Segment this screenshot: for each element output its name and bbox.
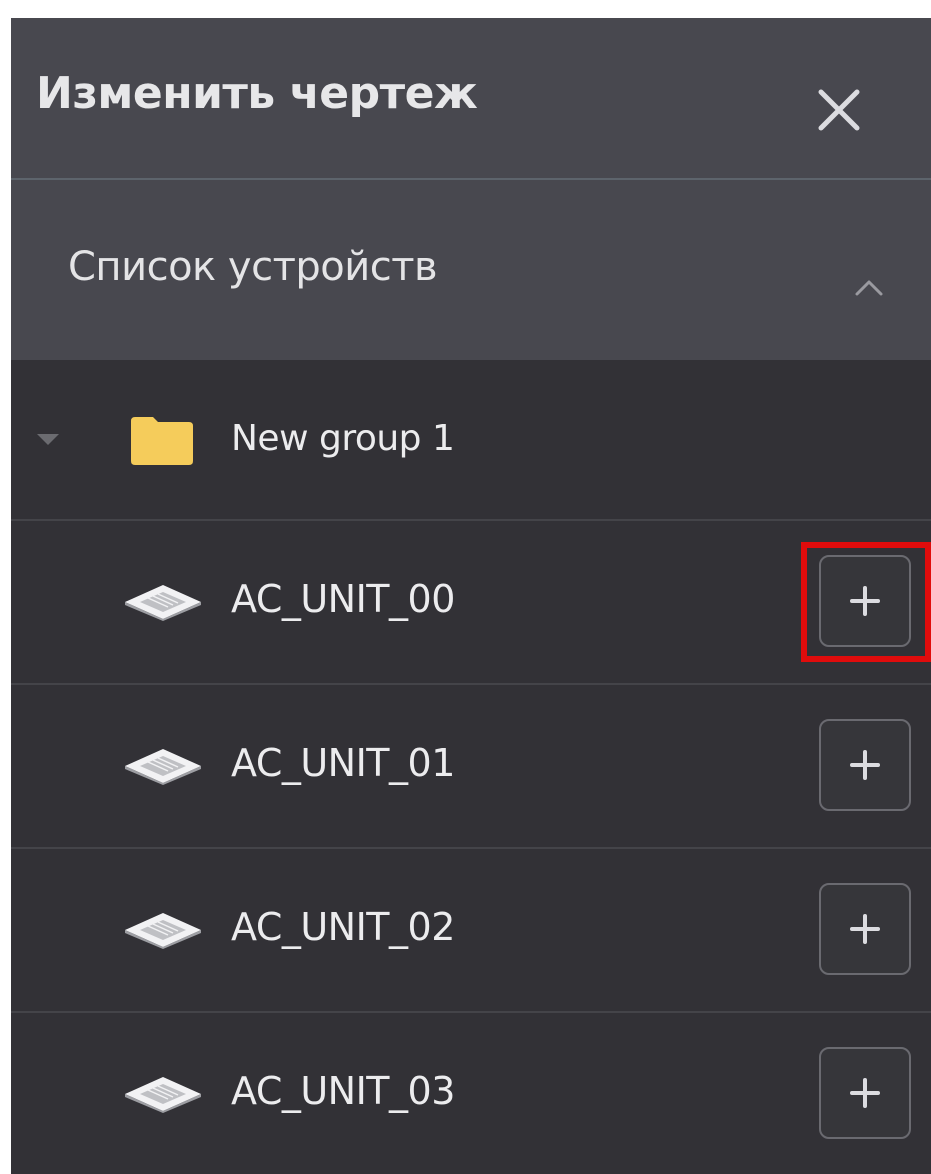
close-icon <box>818 89 860 131</box>
plus-icon <box>850 750 880 780</box>
device-row[interactable]: AC_UNIT_00 <box>11 521 931 685</box>
ceiling-cassette-icon <box>125 913 201 949</box>
device-label: AC_UNIT_02 <box>231 905 455 949</box>
group-row[interactable]: New group 1 <box>11 360 931 521</box>
device-label: AC_UNIT_03 <box>231 1069 455 1113</box>
add-device-button[interactable] <box>819 883 911 975</box>
chevron-up-icon <box>855 280 883 296</box>
device-list-section-header[interactable]: Список устройств <box>11 180 931 360</box>
folder-icon <box>131 417 193 465</box>
edit-drawing-panel: Изменить чертеж Список устройств New gro… <box>11 18 931 1174</box>
ceiling-cassette-icon <box>125 1077 201 1113</box>
add-device-button[interactable] <box>819 719 911 811</box>
plus-icon <box>850 586 880 616</box>
panel-title: Изменить чертеж <box>36 68 478 119</box>
ceiling-cassette-icon <box>125 749 201 785</box>
plus-icon <box>850 914 880 944</box>
add-device-button[interactable] <box>819 555 911 647</box>
caret-down-icon[interactable] <box>37 434 59 445</box>
ceiling-cassette-icon <box>125 585 201 621</box>
device-label: AC_UNIT_00 <box>231 577 455 621</box>
device-row[interactable]: AC_UNIT_03 <box>11 1013 931 1174</box>
device-label: AC_UNIT_01 <box>231 741 455 785</box>
group-label: New group 1 <box>231 418 455 459</box>
section-title: Список устройств <box>68 244 438 290</box>
device-row[interactable]: AC_UNIT_02 <box>11 849 931 1013</box>
close-button[interactable] <box>809 80 869 140</box>
collapse-button[interactable] <box>849 272 889 300</box>
plus-icon <box>850 1078 880 1108</box>
panel-header: Изменить чертеж <box>11 18 931 180</box>
add-device-button[interactable] <box>819 1047 911 1139</box>
device-row[interactable]: AC_UNIT_01 <box>11 685 931 849</box>
